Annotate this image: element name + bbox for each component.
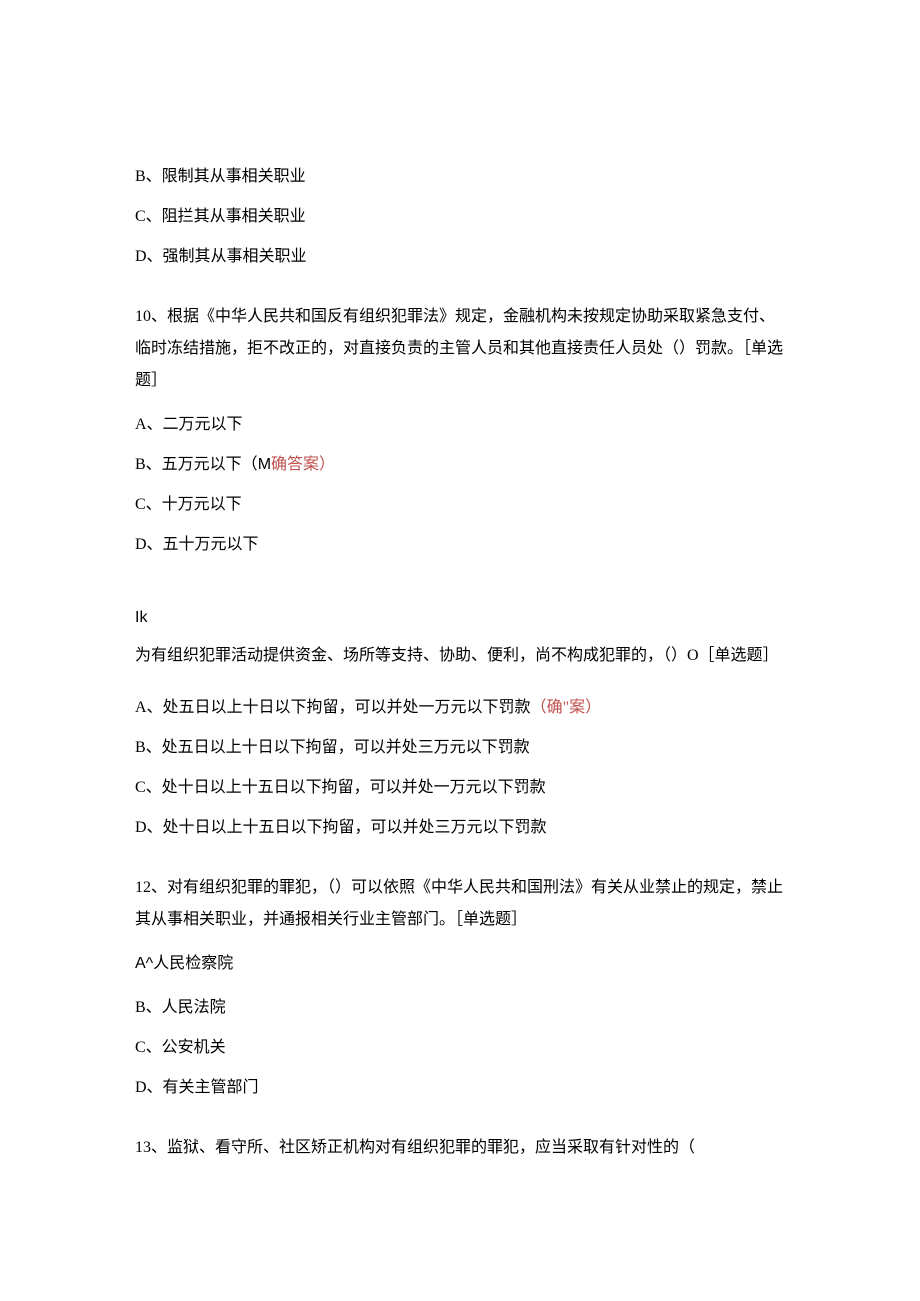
q11-option-d: D、处十日以上十五日以下拘留，可以并处三万元以下罚款 xyxy=(135,816,785,840)
question-10-stem: 10、根据《中华人民共和国反有组织犯罪法》规定，金融机构未按规定协助采取紧急支付… xyxy=(135,301,785,397)
option-c: C、阻拦其从事相关职业 xyxy=(135,205,785,229)
q11-a-answer-mark: （确"案） xyxy=(531,699,602,716)
q10-option-d: D、五十万元以下 xyxy=(135,533,785,557)
q11-option-c: C、处十日以上十五日以下拘留，可以并处一万元以下罚款 xyxy=(135,776,785,800)
question-13-stem: 13、监狱、看守所、社区矫正机构对有组织犯罪的罪犯，应当采取有针对性的（ xyxy=(135,1132,785,1164)
q10-option-c: C、十万元以下 xyxy=(135,493,785,517)
q12-option-d: D、有关主管部门 xyxy=(135,1076,785,1100)
q10-option-b: B、五万元以下（M确答案） xyxy=(135,453,785,477)
q12-option-c: C、公安机关 xyxy=(135,1036,785,1060)
q12-a-prefix: A^ xyxy=(135,955,153,972)
q12-option-b: B、人民法院 xyxy=(135,996,785,1020)
option-b: B、限制其从事相关职业 xyxy=(135,165,785,189)
question-12-stem: 12、对有组织犯罪的罪犯，（）可以依照《中华人民共和国刑法》有关从业禁止的规定，… xyxy=(135,872,785,936)
q11-stem-prefix: Ik xyxy=(135,609,147,626)
q12-option-a: A^人民检察院 xyxy=(135,952,785,976)
q10-b-answer-mark: 确答案） xyxy=(271,456,335,473)
document-page: B、限制其从事相关职业 C、阻拦其从事相关职业 D、强制其从事相关职业 10、根… xyxy=(0,0,920,1301)
q11-option-b: B、处五日以上十日以下拘留，可以并处三万元以下罚款 xyxy=(135,736,785,760)
q10-option-a: A、二万元以下 xyxy=(135,413,785,437)
q11-stem-text: 为有组织犯罪活动提供资金、场所等支持、协助、便利，尚不构成犯罪的，（）O［单选题… xyxy=(135,647,779,664)
q12-a-text: 人民检察院 xyxy=(153,955,233,972)
q11-option-a: A、处五日以上十日以下拘留，可以并处一万元以下罚款（确"案） xyxy=(135,696,785,720)
q10-b-m: M xyxy=(258,456,271,473)
q11-a-text: A、处五日以上十日以下拘留，可以并处一万元以下罚款 xyxy=(135,699,531,716)
option-d: D、强制其从事相关职业 xyxy=(135,245,785,269)
q10-b-text-pre: B、五万元以下（ xyxy=(135,456,258,473)
question-11-stem: Ik 为有组织犯罪活动提供资金、场所等支持、协助、便利，尚不构成犯罪的，（）O［单… xyxy=(135,599,785,676)
